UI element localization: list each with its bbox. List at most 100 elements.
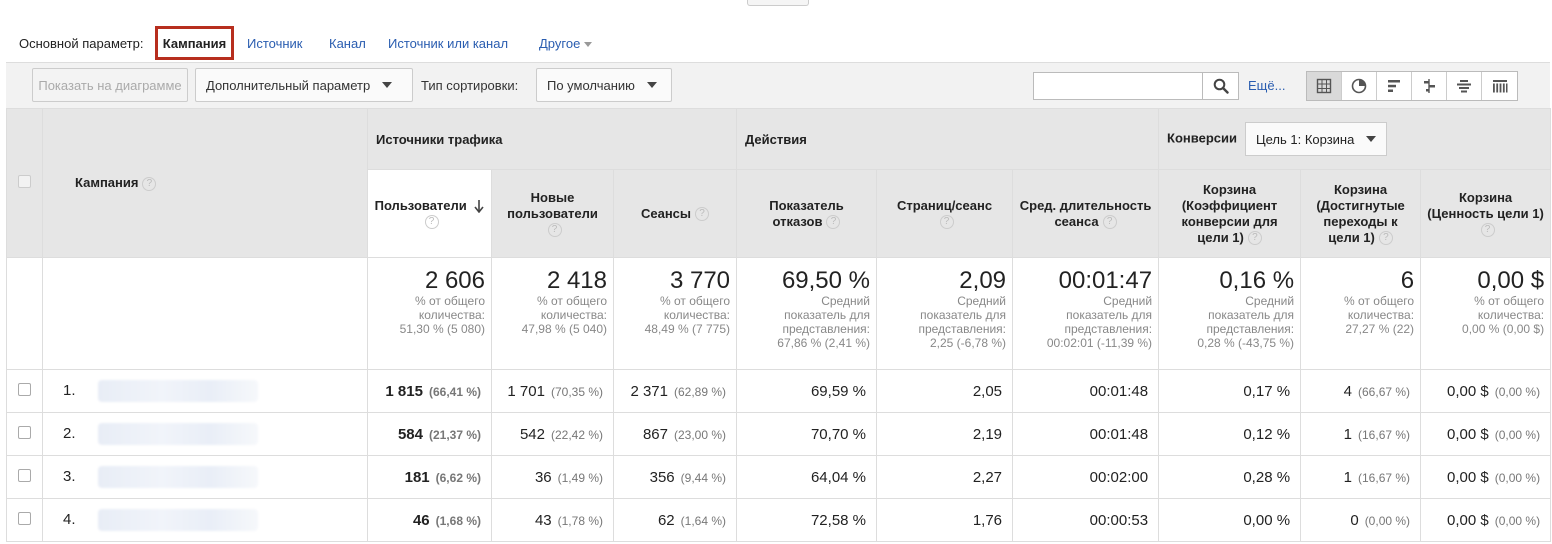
total-cell: 2 418% от общего количества: 47,98 % (5 04… xyxy=(491,257,614,370)
help-icon[interactable]: ? xyxy=(424,215,439,230)
row-checkbox[interactable] xyxy=(18,382,31,396)
goal-select[interactable]: Цель 1: Корзина xyxy=(1244,122,1388,156)
metric-cell: 0,00 $ (0,00 %) xyxy=(1420,412,1552,456)
total-subtext: количества: xyxy=(663,308,731,322)
campaign-name-redacted[interactable] xyxy=(97,509,258,531)
total-subtext: % от общего xyxy=(1344,294,1415,308)
campaign-name-redacted[interactable] xyxy=(97,466,258,488)
metric-percent: (6,62 %) xyxy=(435,470,481,485)
comparison-view-button[interactable] xyxy=(1412,72,1447,100)
total-subtext: 48,49 % (7 775) xyxy=(644,322,731,336)
total-subtext: количества: xyxy=(418,308,485,322)
metric-value: 542 xyxy=(519,425,545,443)
sessions-column-header[interactable]: Сеансы? xyxy=(612,169,738,258)
users-header-label: Пользователи xyxy=(374,197,467,213)
total-subtext: % от общего xyxy=(660,294,731,308)
collapse-tab[interactable] xyxy=(747,0,809,6)
metric-value: 2,27 xyxy=(972,468,1003,486)
help-icon[interactable]: ? xyxy=(695,207,710,222)
view-switcher xyxy=(1306,71,1518,101)
row-checkbox[interactable] xyxy=(18,425,31,439)
metric-percent: (66,41 %) xyxy=(428,384,481,399)
pages-per-session-header-label: Страниц/сеанс xyxy=(896,197,993,213)
avg-session-duration-column-header[interactable]: Сред. длительность сеанса? xyxy=(1012,169,1160,258)
metric-cell: 2,27 xyxy=(876,455,1014,499)
table-search-input[interactable] xyxy=(1033,72,1203,100)
help-icon[interactable]: ? xyxy=(1480,223,1495,238)
users-column-header[interactable]: Пользователи ? xyxy=(367,169,492,258)
chevron-down-icon xyxy=(646,82,657,88)
goal-conversion-rate-column-header[interactable]: Корзина (Коэффициент конверсии для цели … xyxy=(1158,169,1302,258)
bounce-rate-column-header[interactable]: Показатель отказов? xyxy=(736,169,878,258)
help-icon[interactable]: ? xyxy=(939,215,954,230)
campaign-column-header[interactable]: Кампания? xyxy=(42,108,368,258)
performance-view-button[interactable] xyxy=(1377,72,1412,100)
campaign-name-redacted[interactable] xyxy=(97,423,258,445)
pie-view-button[interactable] xyxy=(1342,72,1377,100)
sort-desc-arrow-icon xyxy=(474,200,485,214)
campaign-cell: 3. xyxy=(42,455,368,499)
help-icon[interactable]: ? xyxy=(547,223,562,238)
dimension-channel-link[interactable]: Канал xyxy=(329,36,366,51)
goal-completions-column-header[interactable]: Корзина (Достигнутые переходы к цели 1)? xyxy=(1300,169,1422,258)
total-value: 2,09 xyxy=(959,267,1007,294)
dimension-campaign-active[interactable]: Кампания xyxy=(155,26,234,60)
term-cloud-view-button[interactable] xyxy=(1447,72,1482,100)
avg-session-duration-header-label: Сред. длительность сеанса xyxy=(1019,197,1152,229)
row-checkbox[interactable] xyxy=(18,511,31,525)
secondary-dimension-select[interactable]: Дополнительный параметр xyxy=(195,68,413,102)
total-subtext: Средний xyxy=(821,294,871,308)
chevron-down-icon xyxy=(382,82,393,88)
help-icon[interactable]: ? xyxy=(1247,231,1262,246)
primary-dimension-label: Основной параметр: xyxy=(19,36,144,51)
total-subtext: 00:02:01 (-11,39 %) xyxy=(1046,336,1153,350)
metric-percent: (16,67 %) xyxy=(1358,427,1411,442)
total-cell: 0,00 $% от общего количества: 0,00 % (0,00… xyxy=(1420,257,1552,370)
dimension-source-medium-link[interactable]: Источник или канал xyxy=(388,36,508,51)
total-subtext: 0,00 % (0,00 $) xyxy=(1462,322,1545,336)
advanced-filter-link[interactable]: Ещё... xyxy=(1248,78,1285,93)
metric-value: 69,59 % xyxy=(810,382,867,400)
pivot-view-button[interactable] xyxy=(1482,72,1517,100)
metric-cell: 0,17 % xyxy=(1158,369,1302,413)
new-users-column-header[interactable]: Новые пользователи? xyxy=(491,169,614,258)
metric-percent: (1,64 %) xyxy=(680,513,727,528)
total-subtext: количества: xyxy=(1477,308,1545,322)
help-icon[interactable]: ? xyxy=(826,215,841,230)
search-button[interactable] xyxy=(1203,72,1239,100)
dimension-source-link[interactable]: Источник xyxy=(247,36,303,51)
metric-cell: 542 (22,42 %) xyxy=(491,412,614,456)
total-subtext: Средний xyxy=(957,294,1007,308)
help-icon[interactable]: ? xyxy=(1378,231,1393,246)
pages-per-session-column-header[interactable]: Страниц/сеанс? xyxy=(876,169,1014,258)
term-cloud-icon xyxy=(1457,80,1471,93)
total-subtext: количества: xyxy=(540,308,607,322)
metric-percent: (21,37 %) xyxy=(428,427,481,442)
metric-percent: (1,78 %) xyxy=(557,513,603,528)
metric-cell: 43 (1,78 %) xyxy=(491,498,614,542)
metric-value: 1 815 xyxy=(385,382,423,400)
help-icon[interactable]: ? xyxy=(142,176,157,191)
total-subtext: 0,28 % (-43,75 %) xyxy=(1197,336,1295,350)
campaign-name-redacted[interactable] xyxy=(97,380,258,402)
goal-conversion-rate-header-label: Корзина (Коэффициент конверсии для цели … xyxy=(1181,181,1278,245)
metric-cell: 584 (21,37 %) xyxy=(367,412,492,456)
table-view-icon xyxy=(1316,78,1332,94)
row-checkbox[interactable] xyxy=(18,468,31,482)
metric-cell: 00:00:53 xyxy=(1012,498,1160,542)
metric-value: 0,17 % xyxy=(1243,382,1291,400)
sort-type-select[interactable]: По умолчанию xyxy=(536,68,672,102)
select-all-checkbox[interactable] xyxy=(18,175,31,188)
metric-value: 00:00:53 xyxy=(1089,511,1149,529)
table-view-button[interactable] xyxy=(1307,72,1342,100)
goal-value-column-header[interactable]: Корзина (Ценность цели 1)? xyxy=(1420,169,1552,258)
plot-rows-button[interactable]: Показать на диаграмме xyxy=(32,68,188,102)
metric-value: 2,05 xyxy=(972,382,1003,400)
metric-cell: 36 (1,49 %) xyxy=(491,455,614,499)
metric-cell: 867 (23,00 %) xyxy=(612,412,738,456)
total-value: 2 606 xyxy=(424,267,485,294)
dimension-other-link[interactable]: Другое xyxy=(539,36,593,51)
metric-cell: 0,00 $ (0,00 %) xyxy=(1420,455,1552,499)
help-icon[interactable]: ? xyxy=(1102,215,1117,230)
metric-value: 1 701 xyxy=(507,382,545,400)
